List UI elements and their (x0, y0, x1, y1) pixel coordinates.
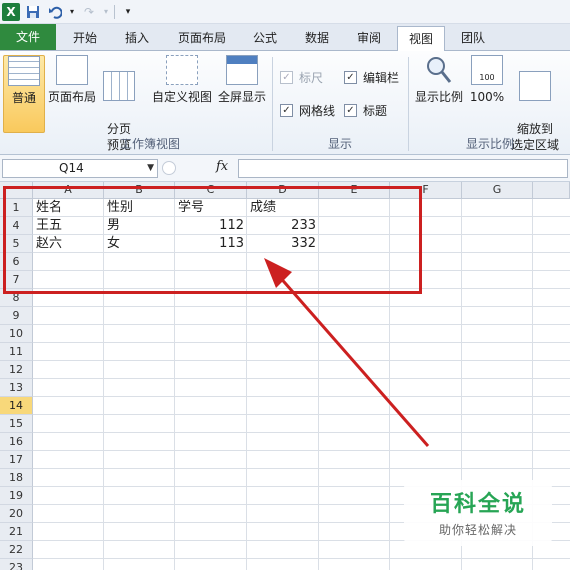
watermark: 百科全说 助你轻松解决 (404, 480, 552, 546)
watermark-subtitle: 助你轻松解决 (438, 523, 517, 537)
watermark-title: 百科全说 (429, 492, 526, 517)
arrow-head-icon (264, 258, 292, 288)
